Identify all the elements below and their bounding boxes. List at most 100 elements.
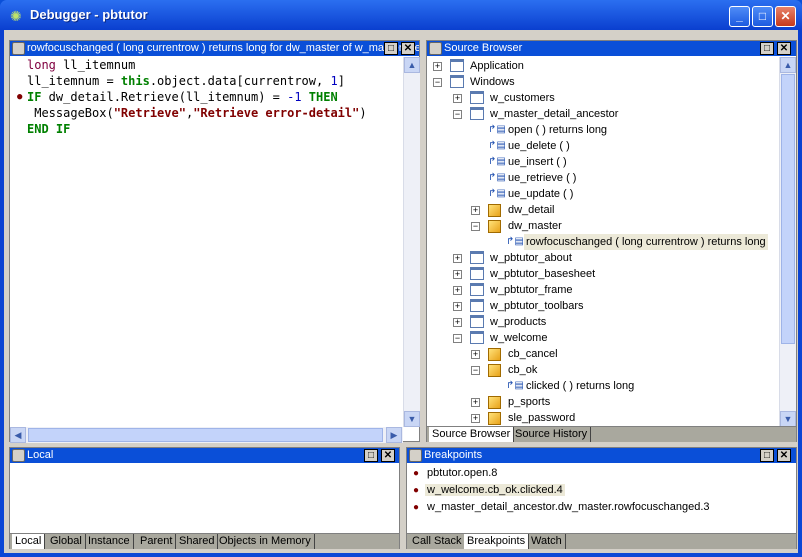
maximize-pane-button[interactable]: □ (760, 449, 774, 462)
close-button[interactable]: ✕ (775, 6, 796, 27)
tree-item[interactable]: − w_master_detail_ancestor (427, 106, 777, 122)
expand-icon[interactable]: + (453, 302, 462, 311)
code-token: END IF (27, 122, 71, 136)
tree-item[interactable]: ↱▤ ue_insert ( ) (427, 154, 777, 170)
tree-item-label: ue_insert ( ) (508, 156, 567, 168)
tree-item[interactable]: ↱▤ rowfocuschanged ( long currentrow ) re… (427, 234, 777, 250)
close-pane-button[interactable]: ✕ (381, 449, 395, 462)
expand-icon[interactable]: + (471, 350, 480, 359)
scroll-right-button[interactable]: ▶ (386, 427, 402, 443)
scroll-up-button[interactable]: ▲ (404, 57, 420, 73)
collapse-icon[interactable]: − (453, 334, 462, 343)
close-pane-button[interactable]: ✕ (401, 42, 415, 55)
tab-local[interactable]: Local (12, 534, 46, 549)
script-pane: rowfocuschanged ( long currentrow ) retu… (9, 40, 420, 443)
datawindow-object-icon (488, 204, 501, 217)
tree-item[interactable]: + p_sports (427, 394, 777, 410)
window-icon (470, 267, 484, 280)
tab-watch[interactable]: Watch (528, 534, 566, 549)
close-pane-button[interactable]: ✕ (777, 449, 791, 462)
scroll-up-button[interactable]: ▲ (780, 57, 796, 73)
tab-source-browser[interactable]: Source Browser (429, 427, 515, 442)
maximize-button[interactable]: □ (752, 6, 773, 27)
tree-item-label: w_pbtutor_about (490, 252, 572, 264)
breakpoint-item[interactable]: ● w_welcome.cb_ok.clicked.4 (413, 482, 565, 498)
code-token: IF (27, 90, 42, 104)
expand-icon[interactable]: + (453, 94, 462, 103)
expand-icon[interactable]: + (453, 318, 462, 327)
expand-icon[interactable]: + (453, 286, 462, 295)
breakpoint-marker-icon[interactable]: ● (17, 89, 22, 105)
expand-icon[interactable]: + (471, 206, 480, 215)
horizontal-scrollbar[interactable]: ◀ ▶ (10, 427, 403, 443)
scroll-down-button[interactable]: ▼ (404, 411, 420, 427)
tab-objects-in-memory[interactable]: Objects in Memory (216, 534, 315, 549)
breakpoint-icon: ● (413, 468, 420, 479)
tree-item[interactable]: + dw_detail (427, 202, 777, 218)
breakpoint-item[interactable]: ● w_master_detail_ancestor.dw_master.rowf… (413, 499, 712, 515)
datawindow-object-icon (488, 364, 501, 377)
breakpoint-item[interactable]: ● pbtutor.open.8 (413, 465, 499, 481)
tree-item[interactable]: + Application (427, 58, 777, 74)
maximize-pane-button[interactable]: □ (364, 449, 378, 462)
close-pane-button[interactable]: ✕ (777, 42, 791, 55)
tree-item[interactable]: − dw_master (427, 218, 777, 234)
expand-icon[interactable]: + (471, 414, 480, 423)
local-title-text: Local (27, 449, 54, 461)
scroll-thumb[interactable] (781, 74, 795, 344)
tab-shared[interactable]: Shared (176, 534, 219, 549)
tree-item[interactable]: ↱▤ ue_retrieve ( ) (427, 170, 777, 186)
tree-item[interactable]: ↱▤ ue_delete ( ) (427, 138, 777, 154)
pin-icon[interactable] (429, 42, 442, 55)
expand-icon[interactable]: + (453, 270, 462, 279)
scroll-left-button[interactable]: ◀ (10, 427, 26, 443)
tab-instance[interactable]: Instance (85, 534, 134, 549)
expand-icon[interactable]: + (471, 398, 480, 407)
tree-item[interactable]: + w_pbtutor_frame (427, 282, 777, 298)
pin-icon[interactable] (12, 449, 25, 462)
pin-icon[interactable] (12, 42, 25, 55)
window-icon (470, 107, 484, 120)
tab-global[interactable]: Global (47, 534, 86, 549)
code-token: this (120, 74, 150, 88)
collapse-icon[interactable]: − (453, 110, 462, 119)
code-token: dw_detail.Retrieve(ll_itemnum) = (41, 90, 288, 104)
expand-icon[interactable]: + (433, 62, 442, 71)
tree-item[interactable]: + sle_password (427, 410, 777, 426)
source-browser-tabs: Source Browser Source History (427, 426, 796, 442)
pin-icon[interactable] (409, 449, 422, 462)
code-editor[interactable]: long ll_itemnum ll_itemnum = this.object.… (14, 57, 367, 137)
tree-item[interactable]: + w_pbtutor_basesheet (427, 266, 777, 282)
tab-call-stack[interactable]: Call Stack (409, 534, 466, 549)
collapse-icon[interactable]: − (471, 222, 480, 231)
tree-item[interactable]: + cb_cancel (427, 346, 777, 362)
tree-item[interactable]: ↱▤ open ( ) returns long (427, 122, 777, 138)
tree-item-label: w_customers (490, 92, 555, 104)
scroll-thumb[interactable] (28, 428, 383, 442)
debugger-window: ✺ Debugger - pbtutor _ □ ✕ rowfocuschang… (0, 0, 802, 557)
tab-breakpoints[interactable]: Breakpoints (464, 534, 530, 549)
tree-item[interactable]: + w_products (427, 314, 777, 330)
scroll-down-button[interactable]: ▼ (780, 411, 796, 427)
vertical-scrollbar[interactable]: ▲ ▼ (403, 57, 420, 427)
tree-item[interactable]: − w_welcome (427, 330, 777, 346)
collapse-icon[interactable]: − (433, 78, 442, 87)
tab-parent[interactable]: Parent (137, 534, 177, 549)
tree-item[interactable]: ↱▤ ue_update ( ) (427, 186, 777, 202)
minimize-button[interactable]: _ (729, 6, 750, 27)
code-token: ) (359, 106, 367, 120)
collapse-icon[interactable]: − (471, 366, 480, 375)
tab-source-history[interactable]: Source History (512, 427, 592, 442)
tree-item[interactable]: ↱▤ clicked ( ) returns long (427, 378, 777, 394)
maximize-pane-button[interactable]: □ (760, 42, 774, 55)
tree-item[interactable]: − Windows (427, 74, 777, 90)
maximize-pane-button[interactable]: □ (384, 42, 398, 55)
tree-item[interactable]: + w_customers (427, 90, 777, 106)
tree-item[interactable]: + w_pbtutor_about (427, 250, 777, 266)
tree-item[interactable]: + w_pbtutor_toolbars (427, 298, 777, 314)
tree-vertical-scrollbar[interactable]: ▲ ▼ (779, 57, 796, 427)
tree-item[interactable]: − cb_ok (427, 362, 777, 378)
window-title: Debugger - pbtutor (30, 7, 148, 22)
expand-icon[interactable]: + (453, 254, 462, 263)
title-bar[interactable]: ✺ Debugger - pbtutor _ □ ✕ (0, 0, 802, 30)
